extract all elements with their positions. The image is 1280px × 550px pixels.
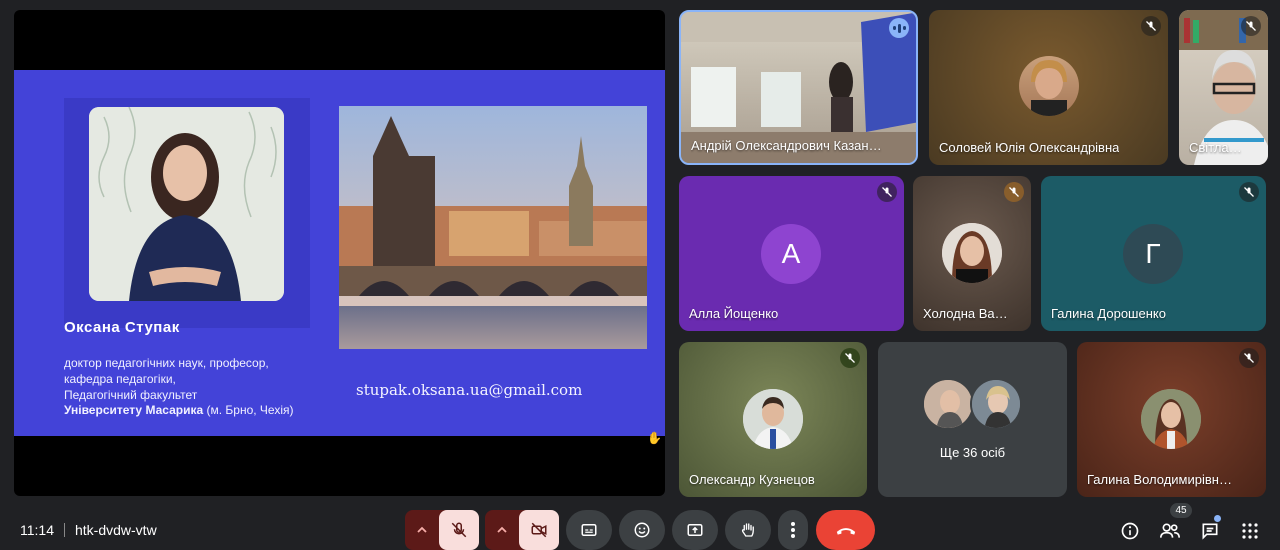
emoji-button[interactable] <box>619 510 665 550</box>
hand-cursor-icon: ✋ <box>647 431 662 445</box>
camera-control-group <box>485 510 559 550</box>
avatar <box>1019 56 1079 116</box>
people-count-badge: 45 <box>1170 503 1192 518</box>
presentation-area: Оксана Ступак доктор педагогічних наук, … <box>14 10 665 496</box>
mic-off-icon <box>451 522 467 538</box>
participant-name: Андрій Олександрович Казан… <box>691 138 882 153</box>
mic-off-icon <box>1241 16 1261 36</box>
mic-off-icon <box>1239 348 1259 368</box>
speaking-indicator-icon <box>889 18 909 38</box>
people-button[interactable] <box>1158 519 1182 543</box>
meet-window: Оксана Ступак доктор педагогічних наук, … <box>0 0 1280 550</box>
chat-icon <box>1202 523 1218 540</box>
participant-name: Соловей Юлія Олександрівна <box>939 140 1120 155</box>
slide-university: Університету Масарика (м. Брно, Чехія) <box>64 403 294 417</box>
chevron-up-icon[interactable] <box>405 510 439 550</box>
camera-off-icon <box>531 522 547 538</box>
present-button[interactable] <box>672 510 718 550</box>
participant-tile[interactable]: Галина Володимирівн… <box>1077 342 1266 497</box>
raise-hand-button[interactable] <box>725 510 771 550</box>
raise-hand-icon <box>741 523 754 537</box>
unread-dot <box>1214 515 1221 522</box>
participant-name: Олександр Кузнецов <box>689 472 815 487</box>
participant-tile[interactable]: Світла… <box>1179 10 1268 165</box>
avatar <box>743 389 803 449</box>
mic-off-icon <box>1004 182 1024 202</box>
avatar <box>1141 389 1201 449</box>
meeting-info: 11:14 htk-dvdw-vtw <box>20 522 157 538</box>
mic-off-icon <box>1141 16 1161 36</box>
apps-button[interactable] <box>1238 519 1262 543</box>
avatar <box>922 378 974 430</box>
others-tile[interactable]: Ще 36 осіб <box>878 342 1067 497</box>
speaker-portrait <box>89 107 284 301</box>
mic-off-icon <box>877 182 897 202</box>
apps-icon <box>1242 523 1258 539</box>
chevron-up-icon[interactable] <box>485 510 519 550</box>
participant-tile[interactable]: Андрій Олександрович Казан… <box>679 10 918 165</box>
slide-department: кафедра педагогіки, <box>64 372 176 386</box>
hang-up-icon <box>836 528 855 535</box>
people-icon <box>1160 523 1180 538</box>
others-label: Ще 36 осіб <box>939 445 1006 460</box>
participant-name: Алла Йощенко <box>689 306 779 321</box>
slide-email: stupak.oksana.ua@gmail.com <box>356 381 583 399</box>
mic-off-icon <box>1239 182 1259 202</box>
divider <box>64 523 65 537</box>
mic-control-group <box>405 510 479 550</box>
slide-degree: доктор педагогічних наук, професор, <box>64 356 269 370</box>
participant-tile[interactable]: Г Галина Дорошенко <box>1041 176 1266 331</box>
participant-name: Галина Володимирівн… <box>1087 472 1232 487</box>
avatar-initial: Г <box>1123 224 1183 284</box>
more-options-button[interactable] <box>778 510 808 550</box>
present-icon <box>687 524 703 536</box>
mic-off-button[interactable] <box>439 510 479 550</box>
participant-name: Холодна Ва… <box>923 306 1008 321</box>
prague-photo <box>339 106 647 349</box>
participant-name: Галина Дорошенко <box>1051 306 1166 321</box>
slide-speaker-name: Оксана Ступак <box>64 319 180 336</box>
participant-name: Світла… <box>1189 140 1242 155</box>
participant-tile[interactable]: А Алла Йощенко <box>679 176 904 331</box>
avatar <box>970 378 1022 430</box>
clock: 11:14 <box>20 522 54 538</box>
info-button[interactable] <box>1118 519 1142 543</box>
slide: Оксана Ступак доктор педагогічних наук, … <box>14 70 665 436</box>
more-options-icon <box>791 522 795 538</box>
slide-faculty: Педагогічний факультет <box>64 388 198 402</box>
hang-up-button[interactable] <box>816 510 875 550</box>
info-icon <box>1121 522 1139 540</box>
camera-off-button[interactable] <box>519 510 559 550</box>
captions-icon <box>581 524 597 536</box>
avatar <box>942 223 1002 283</box>
mic-off-icon <box>840 348 860 368</box>
participant-tile[interactable]: Холодна Ва… <box>913 176 1031 331</box>
meeting-code: htk-dvdw-vtw <box>75 522 157 538</box>
participant-tile[interactable]: Олександр Кузнецов <box>679 342 867 497</box>
captions-button[interactable] <box>566 510 612 550</box>
participant-tile[interactable]: Соловей Юлія Олександрівна <box>929 10 1168 165</box>
chat-button[interactable] <box>1198 519 1222 543</box>
avatar-initial: А <box>761 224 821 284</box>
emoji-icon <box>634 522 650 538</box>
